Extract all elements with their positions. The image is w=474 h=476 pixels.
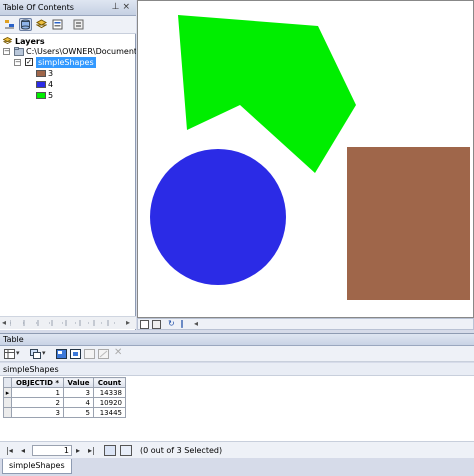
table-tabs: simpleShapes bbox=[0, 458, 474, 476]
switch-selection-icon[interactable] bbox=[70, 349, 81, 359]
brown-rectangle-shape[interactable] bbox=[347, 147, 470, 300]
data-view-button[interactable] bbox=[140, 320, 149, 329]
legend-swatch-blue bbox=[36, 81, 46, 88]
show-selected-records-button[interactable] bbox=[120, 445, 132, 456]
first-record-icon[interactable]: |◂ bbox=[6, 446, 13, 455]
list-by-drawing-order-button[interactable] bbox=[3, 18, 16, 31]
column-header-objectid[interactable]: OBJECTID * bbox=[11, 377, 64, 388]
table-row[interactable]: 2 4 10920 bbox=[3, 397, 126, 408]
green-polygon-shape[interactable] bbox=[178, 15, 356, 173]
column-header-value[interactable]: Value bbox=[63, 377, 94, 388]
toc-title-bar: Table Of Contents ⊥× bbox=[0, 0, 136, 16]
scroll-left-arrow-icon[interactable]: ◂ bbox=[2, 318, 6, 327]
table-toolbar: ▾ ▾ ✕ bbox=[0, 346, 474, 362]
cell-value[interactable]: 4 bbox=[63, 397, 94, 408]
clear-selection-icon[interactable] bbox=[84, 349, 95, 359]
drawing-order-icon bbox=[5, 20, 14, 29]
close-icon[interactable]: × bbox=[122, 2, 133, 12]
options-button[interactable] bbox=[72, 18, 85, 31]
scroll-right-arrow-icon[interactable]: ▸ bbox=[126, 318, 130, 327]
attribute-table-grid: OBJECTID * Value Count ▸ 1 3 14338 2 4 1… bbox=[0, 376, 474, 441]
table-header-row: OBJECTID * Value Count bbox=[3, 377, 126, 388]
dropdown-arrow-icon[interactable]: ▾ bbox=[16, 349, 20, 357]
list-by-selection-button[interactable] bbox=[51, 18, 64, 31]
map-view-toolbar: ↻ ∥ ◂ bbox=[137, 318, 474, 330]
cell-count[interactable]: 14338 bbox=[93, 387, 126, 398]
layer-node-simpleshapes[interactable]: − ✓ simpleShapes bbox=[14, 57, 134, 68]
layer-name-label[interactable]: simpleShapes bbox=[36, 57, 96, 68]
legend-label: 5 bbox=[48, 91, 54, 100]
toc-window-controls[interactable]: ⊥× bbox=[112, 2, 133, 12]
column-header-count[interactable]: Count bbox=[93, 377, 126, 388]
cell-count[interactable]: 13445 bbox=[93, 407, 126, 418]
pin-icon[interactable]: ⊥ bbox=[112, 2, 123, 12]
attribute-table: OBJECTID * Value Count ▸ 1 3 14338 2 4 1… bbox=[3, 377, 126, 418]
options-icon bbox=[73, 19, 84, 30]
pause-drawing-icon[interactable]: ∥ bbox=[180, 319, 184, 328]
selection-status: (0 out of 3 Selected) bbox=[140, 446, 223, 455]
corner-cell bbox=[3, 377, 12, 388]
legend-item-5: 5 bbox=[36, 90, 96, 101]
table-window-title: Table bbox=[3, 335, 24, 344]
row-selector[interactable] bbox=[3, 397, 12, 408]
folder-database-icon bbox=[14, 47, 24, 56]
selection-list-icon bbox=[52, 19, 63, 30]
legend-swatch-brown bbox=[36, 70, 46, 77]
table-options-icon[interactable] bbox=[4, 349, 15, 359]
current-row-indicator-icon[interactable]: ▸ bbox=[3, 387, 12, 398]
cell-count[interactable]: 10920 bbox=[93, 397, 126, 408]
cell-objectid[interactable]: 2 bbox=[11, 397, 64, 408]
next-record-icon[interactable]: ▸ bbox=[76, 446, 80, 455]
cell-objectid[interactable]: 3 bbox=[11, 407, 64, 418]
table-of-contents-panel: Table Of Contents ⊥× Layers − C:\Users\O… bbox=[0, 0, 136, 330]
table-row[interactable]: 3 5 13445 bbox=[3, 407, 126, 418]
layers-stack-icon bbox=[36, 19, 47, 29]
cell-value[interactable]: 3 bbox=[63, 387, 94, 398]
select-by-attributes-icon[interactable] bbox=[56, 349, 67, 359]
workspace-path: C:\Users\OWNER\Documents\A bbox=[26, 47, 136, 56]
record-navigation-bar: |◂ ◂ 1 ▸ ▸| (0 out of 3 Selected) bbox=[0, 441, 474, 458]
zoom-to-selected-icon[interactable] bbox=[98, 349, 109, 359]
cell-objectid[interactable]: 1 bbox=[11, 387, 64, 398]
database-icon bbox=[21, 19, 30, 30]
related-tables-icon[interactable] bbox=[30, 349, 41, 359]
map-shapes bbox=[150, 15, 470, 300]
list-by-visibility-button[interactable] bbox=[35, 18, 48, 31]
table-window-title-bar: Table bbox=[0, 333, 474, 346]
show-all-records-button[interactable] bbox=[104, 445, 116, 456]
dropdown-arrow-icon[interactable]: ▾ bbox=[42, 349, 46, 357]
layers-icon bbox=[3, 37, 12, 44]
delete-selected-icon[interactable]: ✕ bbox=[114, 347, 122, 358]
map-canvas[interactable] bbox=[137, 0, 474, 318]
legend-item-4: 4 bbox=[36, 79, 96, 90]
list-by-source-button[interactable] bbox=[19, 18, 32, 31]
toc-toolbar bbox=[0, 16, 136, 34]
layer-visibility-checkbox[interactable]: ✓ bbox=[25, 58, 33, 66]
collapse-workspace-toggle[interactable]: − bbox=[3, 48, 10, 55]
collapse-layer-toggle[interactable]: − bbox=[14, 59, 21, 66]
toc-title: Table Of Contents bbox=[3, 3, 74, 12]
current-record-input[interactable]: 1 bbox=[32, 445, 72, 456]
active-table-name: simpleShapes bbox=[3, 365, 59, 374]
tab-simpleshapes[interactable]: simpleShapes bbox=[2, 459, 72, 474]
row-selector[interactable] bbox=[3, 407, 12, 418]
active-table-name-bar: simpleShapes bbox=[0, 363, 474, 376]
refresh-icon[interactable]: ↻ bbox=[168, 319, 175, 328]
legend-item-3: 3 bbox=[36, 68, 96, 79]
legend-swatch-green bbox=[36, 92, 46, 99]
table-row[interactable]: ▸ 1 3 14338 bbox=[3, 387, 126, 398]
last-record-icon[interactable]: ▸| bbox=[88, 446, 95, 455]
scroll-left-arrow-icon[interactable]: ◂ bbox=[194, 319, 198, 328]
scrollbar-thumb[interactable] bbox=[10, 320, 122, 326]
legend-label: 3 bbox=[48, 69, 54, 78]
blue-circle-shape[interactable] bbox=[150, 149, 286, 285]
cell-value[interactable]: 5 bbox=[63, 407, 94, 418]
legend-label: 4 bbox=[48, 80, 54, 89]
workspace-node[interactable]: − C:\Users\OWNER\Documents\A bbox=[3, 46, 136, 57]
toc-horizontal-scrollbar[interactable]: ◂ ▸ bbox=[0, 316, 136, 329]
layout-view-button[interactable] bbox=[152, 320, 161, 329]
previous-record-icon[interactable]: ◂ bbox=[21, 446, 25, 455]
